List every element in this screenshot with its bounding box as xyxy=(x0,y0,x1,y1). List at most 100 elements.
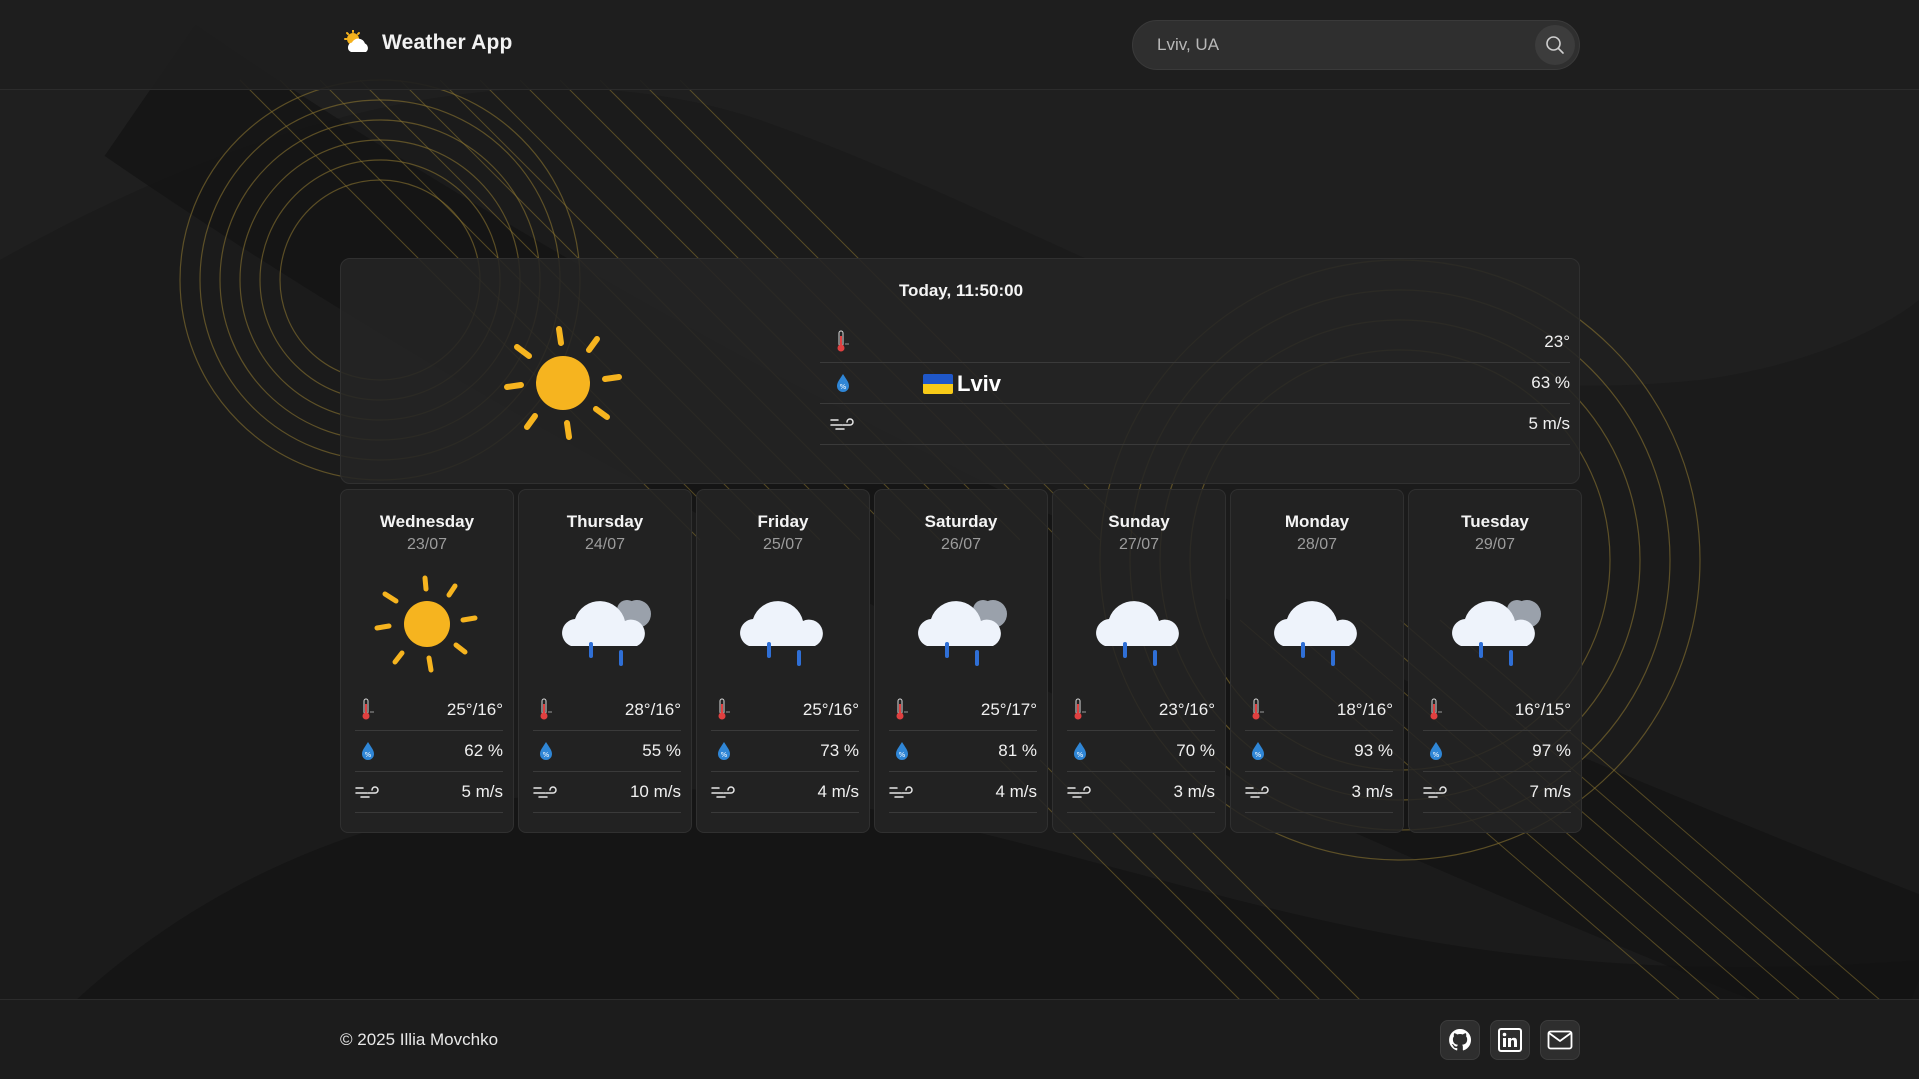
stat-row-wind: 4 m/s xyxy=(711,772,859,813)
stat-row-humidity: % 55 % xyxy=(533,731,681,772)
stat-row-wind: 3 m/s xyxy=(1067,772,1215,813)
svg-text:%: % xyxy=(1433,751,1440,759)
wind-icon xyxy=(711,780,737,804)
forecast-card: Sunday 27/07 23°/16°% 70 % 3 m/s xyxy=(1052,489,1226,833)
thermometer-icon xyxy=(1245,698,1271,722)
sun-icon xyxy=(371,574,483,674)
forecast-wind: 3 m/s xyxy=(1173,782,1215,801)
wind-icon xyxy=(830,412,856,436)
humidity-icon: % xyxy=(889,739,915,763)
forecast-day: Wednesday xyxy=(379,512,475,531)
forecast-humidity: 70 % xyxy=(1176,741,1215,760)
forecast-day: Sunday xyxy=(1108,512,1170,531)
forecast-stats: 28°/16°% 55 % 10 m/s xyxy=(533,690,681,813)
humidity-icon: % xyxy=(1423,739,1449,763)
forecast-day: Friday xyxy=(757,512,809,531)
forecast-humidity: 55 % xyxy=(642,741,681,760)
stat-row-humidity: % 93 % xyxy=(1245,731,1393,772)
forecast-date: 25/07 xyxy=(762,536,804,553)
forecast-card: Monday 28/07 18°/16°% 93 % 3 m/s xyxy=(1230,489,1404,833)
svg-text:%: % xyxy=(1255,751,1262,759)
forecast-wind: 10 m/s xyxy=(629,782,681,801)
stat-row-temperature: 25°/16° xyxy=(711,690,859,731)
stat-row-temperature: 16°/15° xyxy=(1423,690,1571,731)
stat-row-temperature: 25°/16° xyxy=(355,690,503,731)
forecast-humidity: 93 % xyxy=(1354,741,1393,760)
search-input[interactable] xyxy=(1157,21,1517,69)
github-link[interactable] xyxy=(1440,1020,1480,1060)
forecast-day: Monday xyxy=(1284,512,1350,531)
partly-cloudy-icon xyxy=(344,30,368,52)
wind-icon xyxy=(1067,780,1093,804)
forecast-stats: 25°/16°% 73 % 4 m/s xyxy=(711,690,859,813)
stat-row-humidity: % 81 % xyxy=(889,731,1037,772)
humidity-icon: % xyxy=(1245,739,1271,763)
linkedin-link[interactable] xyxy=(1490,1020,1530,1060)
humidity-icon: % xyxy=(830,371,856,395)
forecast-temperature: 25°/17° xyxy=(980,700,1037,719)
forecast-temperature: 25°/16° xyxy=(446,700,503,719)
forecast-stats: 25°/17° % 81 % 4 m/s xyxy=(889,690,1037,813)
search-button[interactable] xyxy=(1535,25,1575,65)
stat-row-temperature: 18°/16° xyxy=(1245,690,1393,731)
forecast-temperature: 18°/16° xyxy=(1336,700,1393,719)
humidity-icon: % xyxy=(355,739,381,763)
stat-row-humidity: % 63 % xyxy=(820,363,1570,404)
humidity-icon: % xyxy=(533,739,559,763)
forecast-day: Thursday xyxy=(566,512,644,531)
thermometer-icon xyxy=(355,698,381,722)
stat-row-wind: 4 m/s xyxy=(889,772,1037,813)
mail-link[interactable] xyxy=(1540,1020,1580,1060)
brand[interactable]: Weather App xyxy=(344,30,513,56)
forecast-date: 29/07 xyxy=(1474,536,1516,553)
stat-row-humidity: % 62 % xyxy=(355,731,503,772)
github-icon xyxy=(1449,1029,1472,1051)
stat-row-wind: 10 m/s xyxy=(533,772,681,813)
forecast-stats: 18°/16°% 93 % 3 m/s xyxy=(1245,690,1393,813)
today-temperature: 23° xyxy=(1544,332,1570,351)
thermometer-icon xyxy=(711,698,737,722)
forecast-day: Tuesday xyxy=(1461,512,1529,531)
thermometer-icon xyxy=(1423,698,1449,722)
forecast-stats: 23°/16°% 70 % 3 m/s xyxy=(1067,690,1215,813)
svg-text:%: % xyxy=(365,751,372,759)
forecast-stats: 25°/16°% 62 % 5 m/s xyxy=(355,690,503,813)
wind-icon xyxy=(355,780,381,804)
forecast-date: 28/07 xyxy=(1296,536,1338,553)
wind-icon xyxy=(889,780,915,804)
forecast-date: 27/07 xyxy=(1118,536,1160,553)
today-stats: 23° % 63 % 5 m/s xyxy=(820,322,1570,445)
thermometer-icon xyxy=(1067,698,1093,722)
stat-row-temperature: 25°/17° xyxy=(889,690,1037,731)
svg-text:%: % xyxy=(543,751,550,759)
linkedin-icon xyxy=(1498,1028,1522,1052)
rain-cloud-icon xyxy=(549,574,661,674)
forecast-temperature: 25°/16° xyxy=(802,700,859,719)
stat-row-humidity: % 73 % xyxy=(711,731,859,772)
wind-icon xyxy=(533,780,559,804)
forecast-card: Friday 25/07 25°/16°% 73 % 4 m/s xyxy=(696,489,870,833)
search-icon xyxy=(1546,36,1564,54)
stat-row-temperature: 23° xyxy=(820,322,1570,363)
forecast-humidity: 73 % xyxy=(820,741,859,760)
svg-text:%: % xyxy=(721,751,728,759)
forecast-temperature: 23°/16° xyxy=(1158,700,1215,719)
forecast-humidity: 62 % xyxy=(464,741,503,760)
copyright: © 2025 Illia Movchko xyxy=(340,1030,499,1049)
svg-text:%: % xyxy=(1077,751,1084,759)
app-title: Weather App xyxy=(382,31,513,54)
rain-cloud-icon xyxy=(1261,574,1373,674)
stat-row-temperature: 28°/16° xyxy=(533,690,681,731)
thermometer-icon xyxy=(889,698,915,722)
forecast-stats: 16°/15°% 97 % 7 m/s xyxy=(1423,690,1571,813)
forecast-humidity: 97 % xyxy=(1532,741,1571,760)
wind-icon xyxy=(1423,780,1449,804)
forecast-wind: 5 m/s xyxy=(461,782,503,801)
today-wind: 5 m/s xyxy=(1528,414,1570,433)
forecast-card: Tuesday 29/07 16°/15°% 97 % 7 m/s xyxy=(1408,489,1582,833)
mail-icon xyxy=(1547,1030,1573,1050)
app-header: Weather App xyxy=(0,0,1919,90)
forecast-card: Saturday 26/07 25°/17°% 81 % 4 m/s xyxy=(874,489,1048,833)
forecast-card: Thursday 24/07 28°/16°% 55 % 10 m/s xyxy=(518,489,692,833)
sun-icon xyxy=(504,326,622,440)
